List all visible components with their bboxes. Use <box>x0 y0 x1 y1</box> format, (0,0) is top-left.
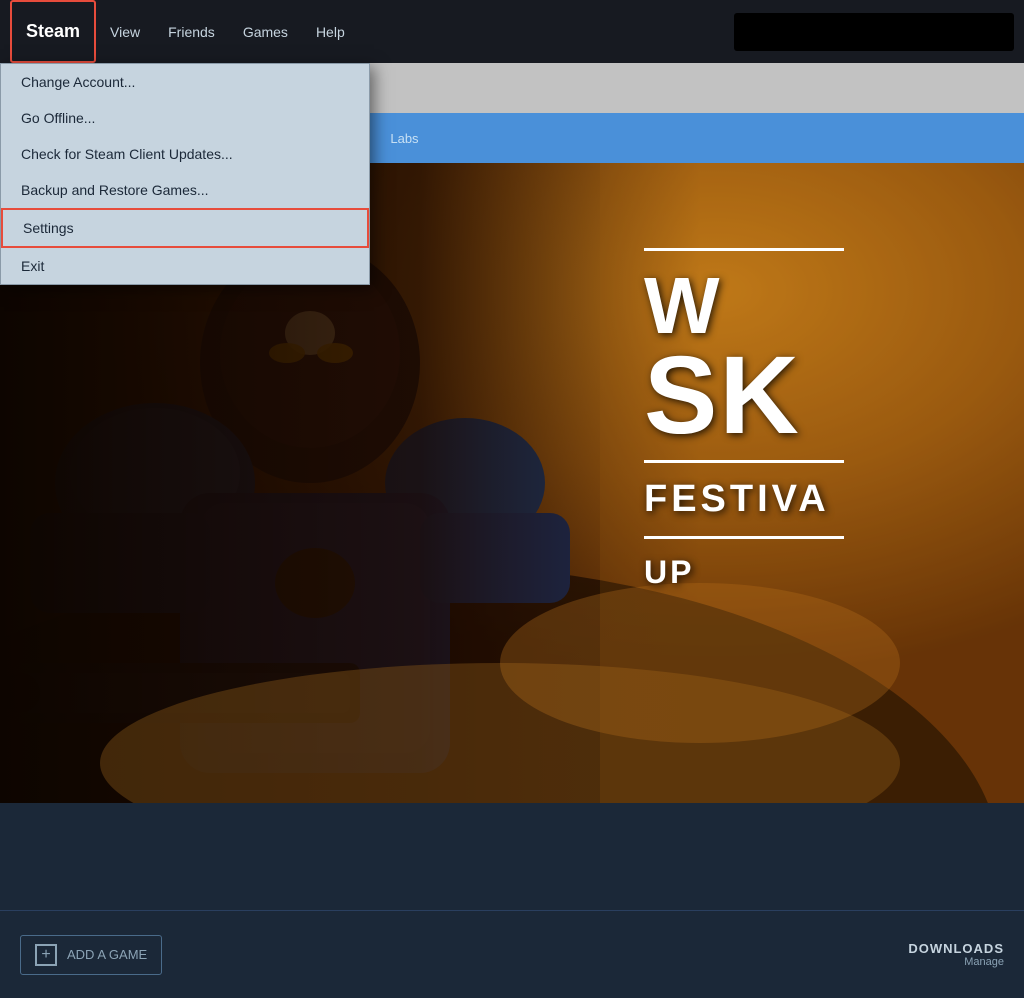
steam-menu[interactable]: Steam <box>10 0 96 63</box>
hero-subtitle-festiva: FESTIVA <box>644 478 830 521</box>
add-game-label: ADD A GAME <box>67 947 147 962</box>
add-game-plus-icon: + <box>35 944 57 966</box>
games-menu[interactable]: Games <box>229 0 302 63</box>
exit-item[interactable]: Exit <box>1 248 369 284</box>
title-bar: Steam View Friends Games Help <box>0 0 1024 63</box>
hero-subtitle-up: UP <box>644 554 694 591</box>
hero-top-divider <box>644 248 844 251</box>
settings-item[interactable]: Settings <box>1 208 369 248</box>
help-menu[interactable]: Help <box>302 0 359 63</box>
hero-mid-divider <box>644 460 844 463</box>
bottom-bar: + ADD A GAME DOWNLOADS Manage <box>0 910 1024 998</box>
check-updates-item[interactable]: Check for Steam Client Updates... <box>1 136 369 172</box>
hero-text-area: W SK FESTIVA UP <box>624 213 1024 611</box>
hero-bottom-divider <box>644 536 844 539</box>
change-account-item[interactable]: Change Account... <box>1 64 369 100</box>
backup-restore-item[interactable]: Backup and Restore Games... <box>1 172 369 208</box>
downloads-section[interactable]: DOWNLOADS Manage <box>908 941 1004 968</box>
downloads-label: DOWNLOADS <box>908 941 1004 956</box>
hero-title-sk: SK <box>644 346 801 445</box>
go-offline-item[interactable]: Go Offline... <box>1 100 369 136</box>
steam-dropdown-menu: Change Account... Go Offline... Check fo… <box>0 63 370 285</box>
add-game-button[interactable]: + ADD A GAME <box>20 935 162 975</box>
view-menu[interactable]: View <box>96 0 154 63</box>
friends-menu[interactable]: Friends <box>154 0 229 63</box>
subnav-labs[interactable]: Labs <box>376 113 432 163</box>
downloads-manage-label: Manage <box>908 956 1004 968</box>
user-account-area <box>734 13 1014 51</box>
